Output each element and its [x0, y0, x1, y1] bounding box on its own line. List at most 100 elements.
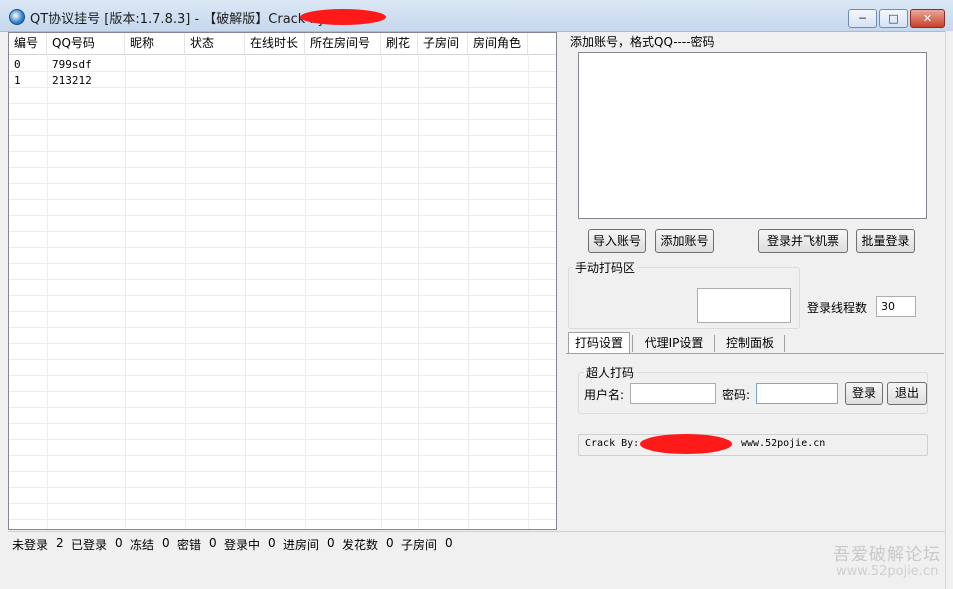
status-bar: 未登录 2 已登录 0 冻结 0 密错 0 登录中 0 进房间 0 发花数 0 … — [8, 531, 945, 552]
grid-column-line — [185, 54, 186, 529]
status-logged-value: 0 — [115, 536, 123, 550]
grid-column-line — [418, 54, 419, 529]
tab-control-panel[interactable]: 控制面板 — [718, 333, 782, 353]
grid-row-line — [9, 487, 556, 488]
close-icon: ✕ — [922, 12, 933, 25]
username-input[interactable] — [630, 383, 716, 404]
window-title: QT协议挂号 [版本:1.7.8.3] - 【破解版】Crack by — [30, 12, 326, 27]
grid-column-line — [468, 54, 469, 529]
status-wrong-password-value: 0 — [209, 536, 217, 550]
import-accounts-button[interactable]: 导入账号 — [588, 229, 646, 253]
username-label: 用户名: — [584, 388, 625, 402]
column-header-id[interactable]: 编号 — [9, 33, 47, 54]
status-not-logged-value: 2 — [56, 536, 64, 550]
column-header-online-time[interactable]: 在线时长 — [245, 33, 305, 54]
status-wrong-password-label: 密错 — [177, 538, 202, 552]
credit-prefix: Crack By: — [585, 438, 640, 449]
tab-separator — [632, 335, 633, 352]
column-header-status[interactable]: 状态 — [185, 33, 245, 54]
tab-captcha-settings[interactable]: 打码设置 — [568, 332, 630, 354]
column-header-nickname[interactable]: 昵称 — [125, 33, 185, 54]
status-flowers-sent-value: 0 — [386, 536, 394, 550]
grid-row-line — [9, 327, 556, 328]
grid-header: 编号 QQ号码 昵称 状态 在线时长 所在房间号 刷花 子房间 房间角色 — [9, 33, 556, 55]
column-header-room-role[interactable]: 房间角色 — [468, 33, 528, 54]
watermark-text: 吾爱破解论坛 — [833, 545, 941, 565]
table-row-0-id[interactable]: 0 — [9, 57, 21, 73]
column-header-flowers[interactable]: 刷花 — [381, 33, 418, 54]
grid-row-line — [9, 247, 556, 248]
maximize-icon: □ — [888, 12, 899, 25]
grid-row-line — [9, 455, 556, 456]
grid-row-line — [9, 231, 556, 232]
grid-row-line — [9, 519, 556, 520]
grid-column-line — [305, 54, 306, 529]
login-ticket-button[interactable]: 登录并飞机票 — [758, 229, 848, 253]
password-input[interactable] — [756, 383, 838, 404]
add-account-label: 添加账号，格式QQ----密码 — [570, 35, 715, 49]
maximize-button[interactable]: □ — [879, 9, 908, 28]
column-header-qq[interactable]: QQ号码 — [47, 33, 125, 54]
status-sub-room-label: 子房间 — [401, 538, 438, 552]
status-frozen-value: 0 — [162, 536, 170, 550]
thread-count-label: 登录线程数 — [807, 301, 868, 315]
grid-row-line — [9, 199, 556, 200]
grid-row-line — [9, 439, 556, 440]
table-row-0-qq[interactable]: 799sdf — [47, 57, 92, 73]
tab-proxy-settings[interactable]: 代理IP设置 — [636, 333, 712, 353]
grid-row-line — [9, 135, 556, 136]
grid-row-line — [9, 343, 556, 344]
table-row-1-qq[interactable]: 213212 — [47, 73, 92, 89]
add-account-button[interactable]: 添加账号 — [655, 229, 714, 253]
minimize-button[interactable]: ─ — [848, 9, 877, 28]
status-sub-room-value: 0 — [445, 536, 453, 550]
thread-count-input[interactable]: 30 — [876, 296, 916, 317]
app-icon — [9, 9, 25, 25]
tab-separator — [784, 335, 785, 352]
title-bar[interactable]: QT协议挂号 [版本:1.7.8.3] - 【破解版】Crack by ─ □ … — [0, 0, 953, 32]
captcha-login-button[interactable]: 登录 — [845, 382, 883, 405]
grid-column-line — [47, 54, 48, 529]
grid-row-line — [9, 359, 556, 360]
grid-row-line — [9, 375, 556, 376]
window-edge — [945, 31, 953, 589]
grid-column-line — [381, 54, 382, 529]
status-not-logged-label: 未登录 — [12, 538, 49, 552]
status-logging-in-value: 0 — [268, 536, 276, 550]
table-row-1-id[interactable]: 1 — [9, 73, 21, 89]
grid-row-line — [9, 151, 556, 152]
account-grid[interactable]: 编号 QQ号码 昵称 状态 在线时长 所在房间号 刷花 子房间 房间角色 0 7… — [8, 32, 557, 530]
column-header-room-number[interactable]: 所在房间号 — [305, 33, 381, 54]
grid-row-line — [9, 183, 556, 184]
grid-row-line — [9, 391, 556, 392]
redaction-mark — [300, 9, 386, 25]
column-header-sub-room[interactable]: 子房间 — [418, 33, 468, 54]
grid-row-line — [9, 167, 556, 168]
tab-separator — [714, 335, 715, 352]
minimize-icon: ─ — [859, 12, 866, 25]
accounts-textarea[interactable] — [578, 52, 927, 219]
credit-site: www.52pojie.cn — [741, 438, 826, 449]
grid-column-line — [528, 54, 529, 529]
password-label: 密码: — [722, 388, 751, 402]
grid-row-line — [9, 311, 556, 312]
grid-row-line — [9, 279, 556, 280]
grid-row-line — [9, 407, 556, 408]
status-logged-label: 已登录 — [71, 538, 108, 552]
grid-row-line — [9, 215, 556, 216]
status-entered-room-value: 0 — [327, 536, 335, 550]
status-flowers-sent-label: 发花数 — [342, 538, 379, 552]
grid-row-line — [9, 471, 556, 472]
grid-row-line — [9, 119, 556, 120]
redaction-mark — [640, 434, 732, 454]
chaoren-captcha-title: 超人打码 — [584, 364, 637, 381]
grid-row-line — [9, 295, 556, 296]
captcha-exit-button[interactable]: 退出 — [887, 382, 927, 405]
grid-row-line — [9, 423, 556, 424]
grid-row-line — [9, 103, 556, 104]
status-entered-room-label: 进房间 — [283, 538, 320, 552]
close-button[interactable]: ✕ — [910, 9, 945, 28]
watermark-url: www.52pojie.cn — [836, 564, 939, 579]
grid-column-line — [245, 54, 246, 529]
batch-login-button[interactable]: 批量登录 — [856, 229, 915, 253]
